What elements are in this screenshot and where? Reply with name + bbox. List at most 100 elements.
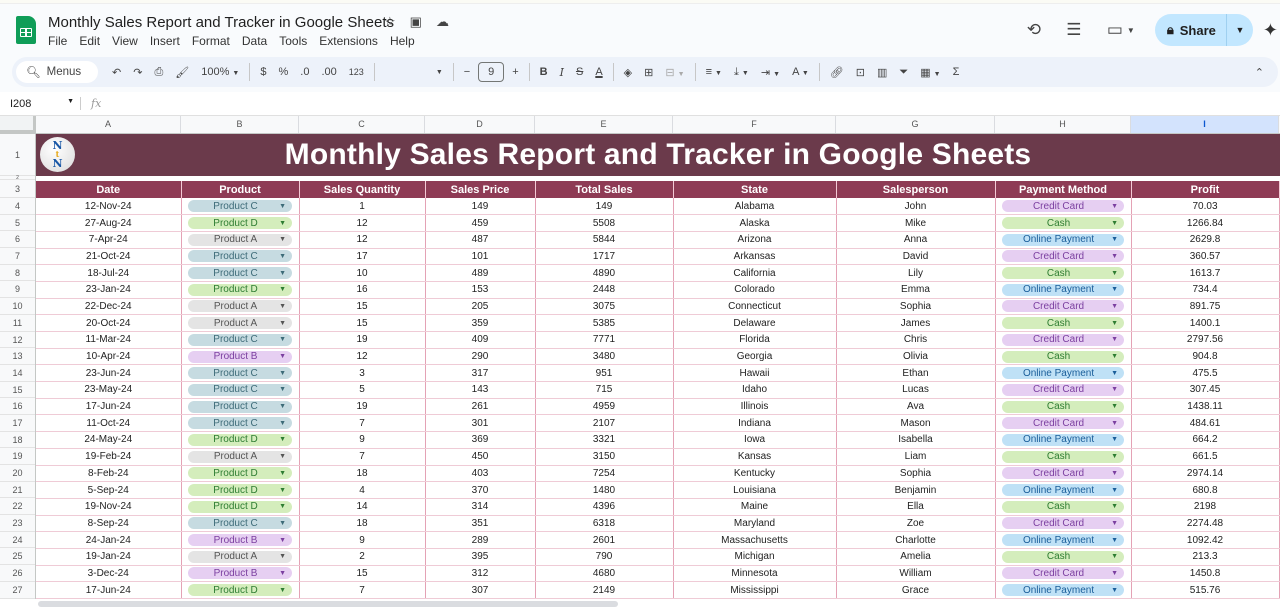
- payment-dropdown-chip[interactable]: Credit Card ▼: [1002, 467, 1124, 480]
- cell-product[interactable]: Product D ▼: [181, 214, 300, 232]
- row-header[interactable]: 1: [0, 134, 35, 176]
- cell-sales-quantity[interactable]: 17: [299, 248, 426, 266]
- dropdown-arrow-icon[interactable]: ▼: [1111, 353, 1118, 360]
- cell-sales-quantity[interactable]: 16: [299, 281, 426, 299]
- dropdown-arrow-icon[interactable]: ▼: [1111, 203, 1118, 210]
- dropdown-arrow-icon[interactable]: ▼: [279, 553, 286, 560]
- dropdown-arrow-icon[interactable]: ▼: [279, 436, 286, 443]
- cell-total-sales[interactable]: 3480: [535, 348, 674, 366]
- cell-date[interactable]: 17-Jun-24: [36, 581, 182, 599]
- cell-salesperson[interactable]: Isabella: [836, 431, 996, 449]
- font-family-select[interactable]: ▼: [379, 69, 449, 76]
- cell-payment-method[interactable]: Credit Card ▼: [995, 381, 1132, 399]
- cell-product[interactable]: Product A ▼: [181, 231, 300, 249]
- row-header[interactable]: 14: [0, 365, 35, 382]
- cell-salesperson[interactable]: William: [836, 565, 996, 583]
- cell-payment-method[interactable]: Online Payment ▼: [995, 364, 1132, 383]
- cell-profit[interactable]: 70.03: [1131, 198, 1280, 216]
- cell-total-sales[interactable]: 2448: [535, 281, 674, 299]
- menu-format[interactable]: Format: [192, 34, 230, 48]
- product-dropdown-chip[interactable]: Product C ▼: [188, 200, 292, 213]
- cell-profit[interactable]: 484.61: [1131, 414, 1280, 433]
- cell-date[interactable]: 8-Sep-24: [36, 515, 182, 533]
- cell-payment-method[interactable]: Cash ▼: [995, 448, 1132, 466]
- sheets-logo-icon[interactable]: [16, 16, 36, 44]
- product-dropdown-chip[interactable]: Product D ▼: [188, 217, 292, 230]
- cell-payment-method[interactable]: Cash ▼: [995, 398, 1132, 416]
- cell-state[interactable]: Louisiana: [673, 481, 837, 499]
- payment-dropdown-chip[interactable]: Online Payment ▼: [1002, 283, 1124, 296]
- cell-sales-quantity[interactable]: 15: [299, 298, 426, 316]
- dropdown-arrow-icon[interactable]: ▼: [279, 236, 286, 243]
- payment-dropdown-chip[interactable]: Online Payment ▼: [1002, 584, 1124, 597]
- cell-sales-price[interactable]: 359: [425, 314, 536, 332]
- column-header-b[interactable]: B: [181, 116, 299, 133]
- cell-total-sales[interactable]: 3321: [535, 431, 674, 449]
- cell-sales-price[interactable]: 395: [425, 548, 536, 566]
- cell-date[interactable]: 12-Nov-24: [36, 198, 182, 216]
- payment-dropdown-chip[interactable]: Credit Card ▼: [1002, 417, 1124, 430]
- payment-dropdown-chip[interactable]: Credit Card ▼: [1002, 567, 1124, 580]
- product-dropdown-chip[interactable]: Product C ▼: [188, 250, 292, 263]
- cell-product[interactable]: Product A ▼: [181, 548, 300, 566]
- cell-product[interactable]: Product A ▼: [181, 448, 300, 466]
- dropdown-arrow-icon[interactable]: ▼: [1111, 403, 1118, 410]
- merge-cells-icon[interactable]: ⊟ ▼: [659, 66, 690, 79]
- cell-profit[interactable]: 307.45: [1131, 381, 1280, 399]
- cloud-status-icon[interactable]: ☁: [436, 14, 449, 30]
- cell-sales-price[interactable]: 317: [425, 364, 536, 383]
- cell-salesperson[interactable]: Anna: [836, 231, 996, 249]
- dropdown-arrow-icon[interactable]: ▼: [1111, 253, 1118, 260]
- insert-link-icon[interactable]: 🔗︎: [824, 66, 850, 79]
- italic-icon[interactable]: I: [554, 66, 570, 79]
- row-header[interactable]: 24: [0, 532, 35, 549]
- cell-date[interactable]: 23-May-24: [36, 381, 182, 399]
- cell-total-sales[interactable]: 4680: [535, 565, 674, 583]
- payment-dropdown-chip[interactable]: Credit Card ▼: [1002, 200, 1124, 213]
- cell-sales-quantity[interactable]: 3: [299, 364, 426, 383]
- cell-payment-method[interactable]: Credit Card ▼: [995, 331, 1132, 349]
- product-dropdown-chip[interactable]: Product D ▼: [188, 283, 292, 296]
- payment-dropdown-chip[interactable]: Cash ▼: [1002, 500, 1124, 513]
- payment-dropdown-chip[interactable]: Cash ▼: [1002, 550, 1124, 563]
- cell-payment-method[interactable]: Cash ▼: [995, 214, 1132, 232]
- dropdown-arrow-icon[interactable]: ▼: [1111, 236, 1118, 243]
- cell-total-sales[interactable]: 1480: [535, 481, 674, 499]
- cell-profit[interactable]: 1613.7: [1131, 264, 1280, 282]
- cell-profit[interactable]: 1092.42: [1131, 531, 1280, 549]
- dropdown-arrow-icon[interactable]: ▼: [279, 370, 286, 377]
- row-header[interactable]: 20: [0, 465, 35, 482]
- dropdown-arrow-icon[interactable]: ▼: [279, 520, 286, 527]
- cell-profit[interactable]: 680.8: [1131, 481, 1280, 499]
- dropdown-arrow-icon[interactable]: ▼: [279, 587, 286, 594]
- menu-data[interactable]: Data: [242, 34, 267, 48]
- cell-payment-method[interactable]: Online Payment ▼: [995, 281, 1132, 299]
- product-dropdown-chip[interactable]: Product C ▼: [188, 383, 292, 396]
- cell-payment-method[interactable]: Credit Card ▼: [995, 298, 1132, 316]
- payment-dropdown-chip[interactable]: Cash ▼: [1002, 317, 1124, 330]
- row-header[interactable]: 13: [0, 348, 35, 365]
- column-header-e[interactable]: E: [535, 116, 673, 133]
- menu-tools[interactable]: Tools: [279, 34, 307, 48]
- cell-profit[interactable]: 664.2: [1131, 431, 1280, 449]
- dropdown-arrow-icon[interactable]: ▼: [1111, 436, 1118, 443]
- cell-sales-quantity[interactable]: 9: [299, 431, 426, 449]
- dropdown-arrow-icon[interactable]: ▼: [1111, 503, 1118, 510]
- cell-sales-price[interactable]: 370: [425, 481, 536, 499]
- cell-total-sales[interactable]: 3075: [535, 298, 674, 316]
- cell-date[interactable]: 18-Jul-24: [36, 264, 182, 282]
- menu-extensions[interactable]: Extensions: [319, 34, 378, 48]
- dropdown-arrow-icon[interactable]: ▼: [1111, 303, 1118, 310]
- payment-dropdown-chip[interactable]: Cash ▼: [1002, 350, 1124, 363]
- vertical-align-icon[interactable]: ⤓ ▼: [728, 66, 755, 79]
- cell-sales-price[interactable]: 351: [425, 515, 536, 533]
- dropdown-arrow-icon[interactable]: ▼: [279, 220, 286, 227]
- cell-salesperson[interactable]: Lucas: [836, 381, 996, 399]
- row-header[interactable]: 23: [0, 515, 35, 532]
- text-rotation-icon[interactable]: A ▼: [786, 66, 815, 78]
- dropdown-arrow-icon[interactable]: ▼: [1111, 587, 1118, 594]
- row-header[interactable]: 21: [0, 482, 35, 499]
- row-header[interactable]: 18: [0, 432, 35, 449]
- dropdown-arrow-icon[interactable]: ▼: [1111, 370, 1118, 377]
- cell-sales-quantity[interactable]: 14: [299, 498, 426, 516]
